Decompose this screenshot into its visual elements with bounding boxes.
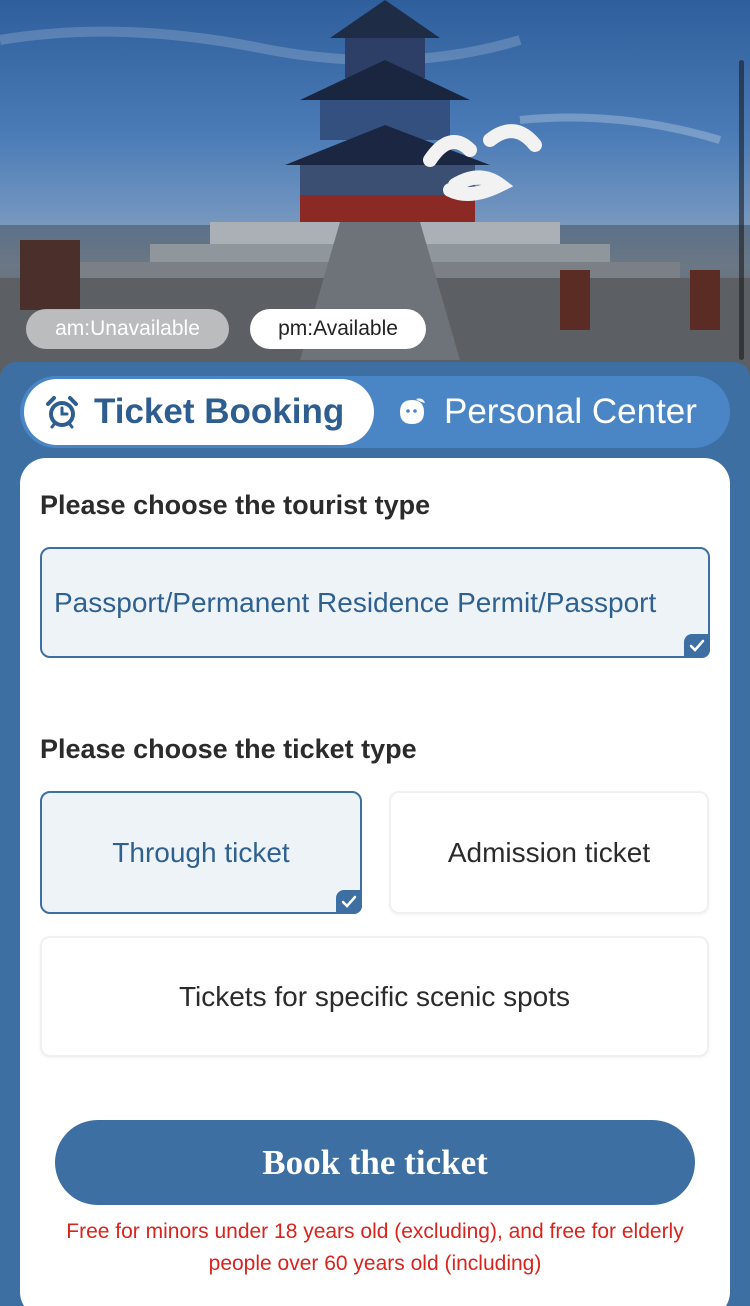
am-status-text: am:Unavailable [55, 317, 200, 340]
tab-personal-center[interactable]: Personal Center [396, 376, 697, 448]
ticket-type-heading: Please choose the ticket type [40, 734, 417, 764]
scrollbar-thumb[interactable] [739, 60, 744, 360]
check-icon [336, 890, 362, 914]
tab-personal-center-label: Personal Center [444, 392, 697, 431]
ticket-option-label: Admission ticket [447, 836, 651, 868]
pm-availability-badge: pm:Available [250, 309, 426, 349]
tourist-type-heading: Please choose the tourist type [40, 490, 431, 520]
am-availability-badge: am:Unavailable [26, 309, 229, 349]
face-icon [400, 398, 425, 424]
ticket-option-through[interactable]: Through ticket [40, 791, 362, 914]
tab-ticket-booking-label: Ticket Booking [94, 392, 345, 431]
ticket-option-admission[interactable]: Admission ticket [389, 791, 709, 914]
ticket-option-scenic-spots[interactable]: Tickets for specific scenic spots [40, 936, 709, 1057]
alarm-clock-icon [46, 396, 78, 429]
book-ticket-button[interactable]: Book the ticket [55, 1120, 695, 1205]
check-icon [684, 634, 710, 658]
tab-ticket-booking[interactable]: Ticket Booking [24, 379, 374, 445]
tab-bar: Ticket Booking Personal Center [20, 376, 730, 448]
ticket-option-label: Tickets for specific scenic spots [178, 980, 571, 1012]
tourist-option-label: Passport/Permanent Residence Permit/Pass… [54, 586, 657, 618]
tourist-option-passport[interactable]: Passport/Permanent Residence Permit/Pass… [40, 547, 710, 658]
free-ticket-notice: Free for minors under 18 years old (excl… [66, 1220, 684, 1275]
pm-status-text: pm:Available [278, 317, 398, 340]
ticket-option-label: Through ticket [112, 836, 290, 868]
